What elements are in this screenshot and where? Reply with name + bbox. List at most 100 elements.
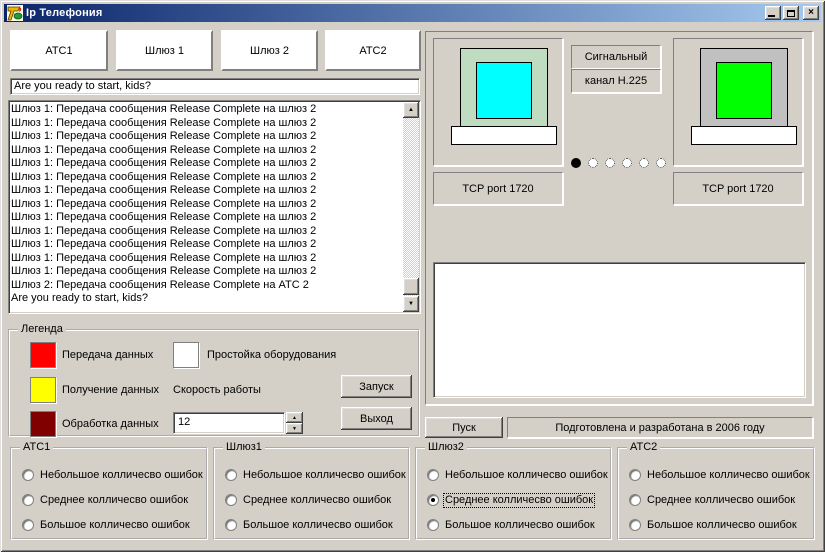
close-button[interactable]: × — [803, 6, 819, 20]
radio-icon — [629, 469, 641, 481]
log-line: Are you ready to start, kids? — [11, 292, 148, 304]
run-button[interactable]: Пуск — [425, 417, 503, 438]
event-log-lines: Шлюз 1: Передача сообщения Release Compl… — [11, 103, 402, 311]
scrollbar-thumb[interactable] — [403, 278, 419, 295]
channel-dot-6 — [656, 158, 666, 168]
arrow-up-icon: ▲ — [292, 414, 297, 421]
message-input[interactable]: Are you ready to start, kids? — [10, 78, 420, 95]
device-panel-label: АТС2 — [359, 44, 387, 57]
arrow-down-icon: ▼ — [292, 425, 297, 432]
radio-label: Среднее колличесво ошибок — [442, 492, 596, 508]
log-scrollbar[interactable]: ▲ ▼ — [403, 102, 419, 312]
scroll-up-button[interactable]: ▲ — [403, 102, 419, 118]
log-line: Шлюз 1: Передача сообщения Release Compl… — [11, 197, 317, 210]
start-simulation-label: Запуск — [359, 380, 394, 393]
radio-gateway2-medium[interactable]: Среднее колличесво ошибок — [427, 492, 596, 508]
radio-gateway1-low[interactable]: Небольшое колличесво ошибок — [225, 468, 407, 482]
exit-button[interactable]: Выход — [341, 407, 412, 430]
device-panel-label: Шлюз 2 — [250, 44, 289, 57]
speed-input[interactable]: 12 — [173, 412, 285, 434]
radio-label: Среднее колличесво ошибок — [40, 493, 189, 506]
credit-panel: Подготовлена и разработана в 2006 году — [507, 417, 813, 438]
radio-icon — [225, 494, 237, 506]
tcp-port-right-label: TCP port 1720 — [702, 182, 774, 195]
log-line: Шлюз 1: Передача сообщения Release Compl… — [11, 224, 317, 237]
close-icon: × — [808, 7, 814, 18]
log-line: Шлюз 1: Передача сообщения Release Compl… — [11, 130, 317, 142]
radio-label: Среднее колличесво ошибок — [647, 493, 796, 506]
errors-output-box[interactable] — [433, 262, 806, 398]
app-window: Ip Телефония × АТС1 Шлюз 1 Шлюз 2 АТС2 A… — [0, 0, 825, 552]
radio-icon — [225, 469, 237, 481]
legend-swatch-transmit — [30, 342, 56, 368]
legend-label-receive: Получение данных — [62, 384, 160, 396]
radio-icon — [22, 494, 34, 506]
radio-icon-checked — [427, 494, 439, 506]
device-panel-ats2: АТС2 — [325, 30, 421, 71]
log-line: Шлюз 2: Передача сообщения Release Compl… — [11, 278, 309, 291]
network-panel: Сигнальный канал Н.225 TCP port 1720 TCP… — [425, 31, 813, 405]
device-panel-label: Шлюз 1 — [145, 44, 184, 57]
radio-label: Небольшое колличесво ошибок — [445, 468, 608, 481]
radio-gateway1-medium[interactable]: Среднее колличесво ошибок — [225, 493, 392, 507]
error-group-caption: Шлюз1 — [223, 441, 265, 453]
channel-dot-5 — [639, 158, 649, 168]
error-group-caption: АТС2 — [627, 441, 661, 453]
error-group-ats2: АТС2 Небольшое колличесво ошибок Среднее… — [617, 441, 815, 540]
spin-up-button[interactable]: ▲ — [286, 412, 303, 423]
radio-ats1-low[interactable]: Небольшое колличесво ошибок — [22, 468, 204, 482]
radio-ats2-low[interactable]: Небольшое колличесво ошибок — [629, 468, 811, 482]
channel-dot-2 — [588, 158, 598, 168]
spin-down-button[interactable]: ▼ — [286, 423, 303, 434]
event-log-listbox[interactable]: Шлюз 1: Передача сообщения Release Compl… — [8, 100, 421, 314]
error-group-caption: АТС1 — [20, 441, 54, 453]
device-panel-gateway1: Шлюз 1 — [116, 30, 213, 71]
log-line: Шлюз 1: Передача сообщения Release Compl… — [11, 157, 317, 169]
legend-swatch-receive — [30, 377, 56, 403]
radio-icon — [22, 469, 34, 481]
minimize-button[interactable] — [765, 6, 781, 20]
radio-label: Большое колличесво ошибок — [445, 518, 595, 531]
device-panel-ats1: АТС1 — [10, 30, 108, 71]
channel-dot-4 — [622, 158, 632, 168]
legend-label-idle: Простойка оборудования — [207, 349, 337, 361]
radio-icon — [427, 519, 439, 531]
radio-ats1-medium[interactable]: Среднее колличесво ошибок — [22, 493, 189, 507]
minimize-icon — [768, 15, 775, 17]
device-panel-label: АТС1 — [45, 44, 73, 57]
scroll-down-button[interactable]: ▼ — [403, 296, 419, 312]
log-line: Шлюз 1: Передача сообщения Release Compl… — [11, 265, 317, 277]
radio-label: Большое колличесво ошибок — [647, 518, 797, 531]
radio-gateway2-high[interactable]: Большое колличесво ошибок — [427, 518, 596, 532]
credit-text: Подготовлена и разработана в 2006 году — [555, 421, 765, 434]
legend-label-transmit: Передача данных — [62, 349, 154, 361]
title-bar[interactable]: Ip Телефония × — [4, 4, 821, 22]
error-group-caption: Шлюз2 — [425, 441, 467, 453]
speed-label: Скорость работы — [173, 384, 261, 396]
signal-channel-label-top: Сигнальный — [571, 45, 661, 69]
legend-label-process: Обработка данных — [62, 418, 159, 430]
radio-ats2-high[interactable]: Большое колличесво ошибок — [629, 518, 798, 532]
start-simulation-button[interactable]: Запуск — [341, 375, 412, 398]
radio-gateway1-high[interactable]: Большое колличесво ошибок — [225, 518, 394, 532]
radio-ats2-medium[interactable]: Среднее колличесво ошибок — [629, 493, 796, 507]
signal-channel-text-top: Сигнальный — [584, 51, 648, 63]
channel-dot-3 — [605, 158, 615, 168]
radio-gateway2-low[interactable]: Небольшое колличесво ошибок — [427, 468, 609, 482]
gateway1-monitor-panel — [433, 38, 563, 166]
tcp-port-left-label: TCP port 1720 — [462, 182, 534, 195]
speed-value: 12 — [178, 416, 191, 428]
channel-dot-1-active — [571, 158, 581, 168]
legend-swatch-process — [30, 411, 56, 437]
radio-label: Небольшое колличесво ошибок — [40, 468, 203, 481]
log-line: Шлюз 1: Передача сообщения Release Compl… — [11, 184, 317, 196]
exit-button-label: Выход — [360, 412, 393, 425]
radio-label: Большое колличесво ошибок — [243, 518, 393, 531]
radio-ats1-high[interactable]: Большое колличесво ошибок — [22, 518, 191, 532]
gateway2-monitor-screen — [716, 62, 772, 119]
device-panel-gateway2: Шлюз 2 — [221, 30, 318, 71]
signal-channel-text-bottom: канал Н.225 — [584, 75, 648, 87]
maximize-button[interactable] — [783, 6, 799, 20]
error-group-gateway1: Шлюз1 Небольшое колличесво ошибок Средне… — [213, 441, 410, 540]
radio-label: Небольшое колличесво ошибок — [647, 468, 810, 481]
